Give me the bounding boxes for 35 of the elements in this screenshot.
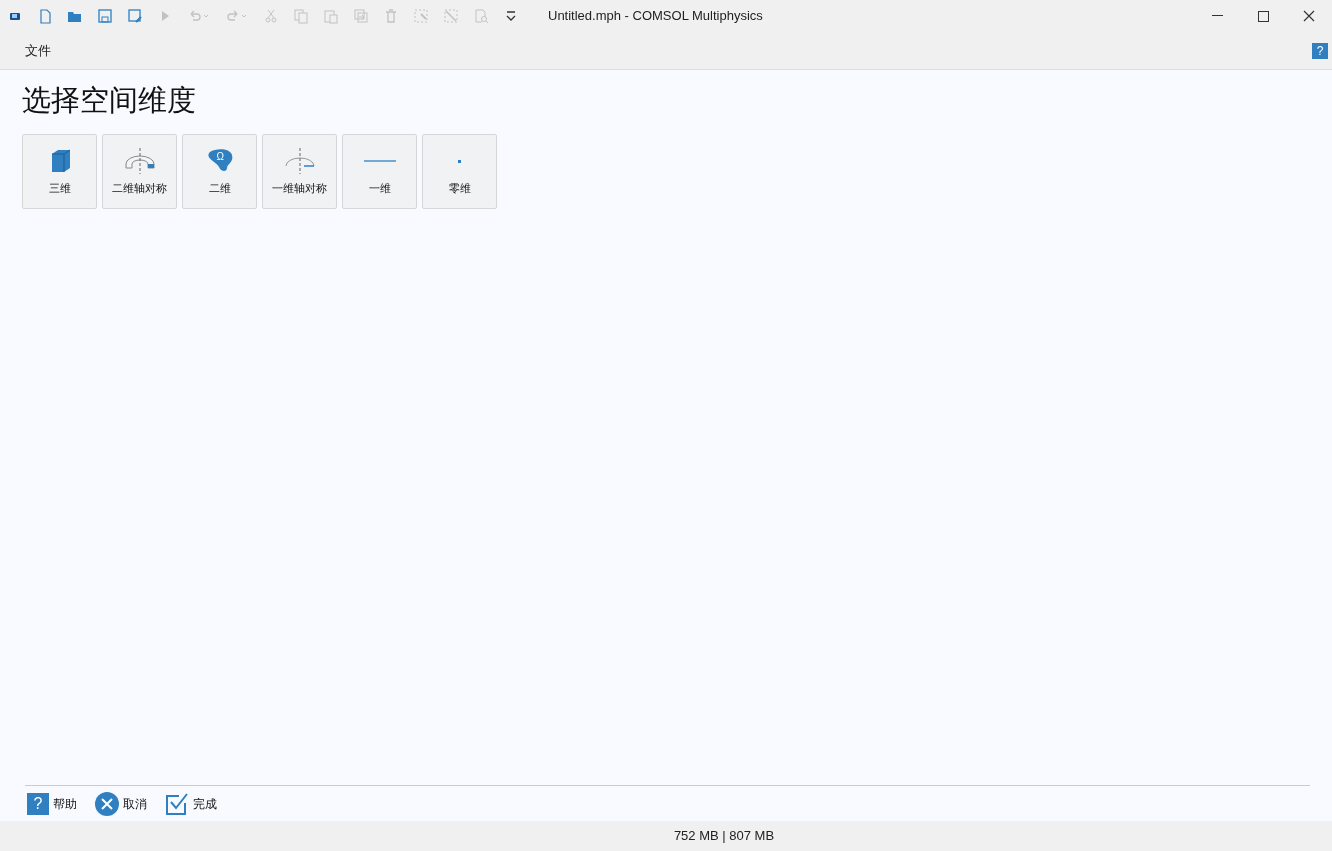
paste-icon [323,8,339,24]
redo-icon [225,8,249,24]
trash-icon [383,8,399,24]
save-icon [97,8,113,24]
omega-symbol: Ω [216,152,224,163]
point-icon [458,159,461,163]
page-heading: 选择空间维度 [22,83,197,118]
select-box-icon [413,8,429,24]
duplicate-icon [353,8,369,24]
dimension-button[interactable]: 三维 [22,134,97,209]
scissors-icon [263,8,279,24]
done-button[interactable]: 完成 [165,791,217,816]
dimension-button[interactable]: 一维轴对称 [262,134,337,209]
help-button[interactable]: ? 帮助 [27,792,77,815]
search-icon [473,8,489,24]
minimize-icon [1211,15,1223,17]
cancel-button[interactable]: 取消 [95,791,147,816]
dimension-button[interactable]: 零维 [422,134,497,209]
close-icon [1303,10,1315,22]
document-icon [37,8,53,24]
help-button[interactable]: ? [1312,42,1328,59]
cancel-icon [95,791,119,816]
help-icon: ? [27,792,49,815]
deselect-box-icon [443,8,459,24]
save-as-icon [127,8,143,24]
copy-icon [293,8,309,24]
checkbox-tick-icon [165,791,189,816]
dimension-button[interactable]: 一维 [342,134,417,209]
maximize-icon [1257,10,1269,22]
menu-item[interactable]: 文件 [25,40,51,61]
dimension-button[interactable]: Ω 二维 [182,134,257,209]
dimension-button[interactable]: 二维轴对称 [102,134,177,209]
memory-status: 752 MB | 807 MB [0,821,1332,851]
line-icon [363,160,396,163]
window-title: Untitled.mph - COMSOL Multiphysics [548,7,763,26]
